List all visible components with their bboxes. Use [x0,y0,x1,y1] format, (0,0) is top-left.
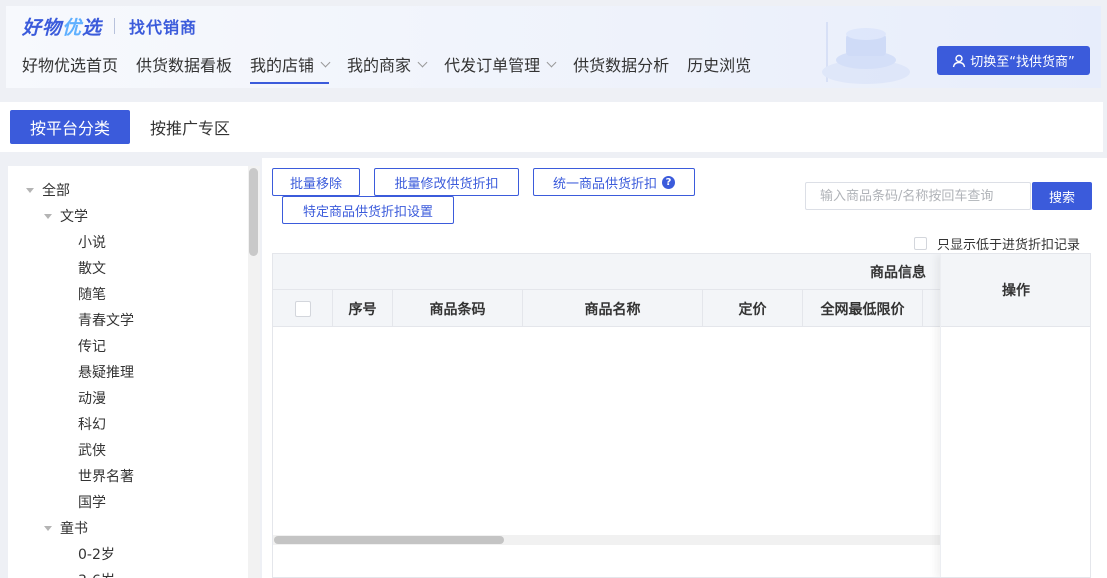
tree-item-label: 国学 [78,495,106,511]
switch-button-label: 切换至“找供货商” [970,55,1075,70]
tree-item-label: 文学 [60,209,88,225]
nav-item-label: 供货数据分析 [573,56,670,75]
nav-item-5[interactable]: 供货数据分析 [573,52,669,76]
tree-item-label: 小说 [78,235,106,251]
nav-item-2[interactable]: 我的店铺 [250,52,331,84]
decorative-illustration [822,22,910,84]
tree-item-label: 传记 [78,339,106,355]
special-discount-button[interactable]: 特定商品供货折扣设置 [282,196,454,224]
product-table: 商品信息 序号 商品条码 商品名称 定价 全网最低限价 操作 [272,253,1091,578]
tree-item-label: 随笔 [78,287,106,303]
logo-divider [114,18,116,34]
category-tree: 全部文学小说散文随笔青春文学传记悬疑推理动漫科幻武侠世界名著国学童书 0-2岁 3-… [8,166,260,578]
tree-item-label: 青春文学 [78,313,134,329]
help-icon[interactable]: ? [662,175,675,189]
caret-down-icon[interactable] [26,187,34,193]
table-scrollbar-thumb[interactable] [274,536,504,544]
caret-down-icon[interactable] [44,525,52,531]
nav-item-label: 供货数据看板 [136,56,233,75]
nav-item-4[interactable]: 代发订单管理 [444,52,557,76]
logo-mark: 好物优选 [22,16,103,39]
nav-item-3[interactable]: 我的商家 [347,52,428,76]
nav-item-6[interactable]: 历史浏览 [687,52,751,76]
brand-logo[interactable]: 好物优选 找代销商 [22,14,198,39]
tree-item[interactable]: 国学 [78,489,106,515]
tree-item[interactable]: 文学 [44,203,88,229]
nav-item-1[interactable]: 供货数据看板 [136,52,232,76]
tree-item[interactable]: 科幻 [78,411,106,437]
operation-column: 操作 [940,254,1090,577]
batch-remove-button[interactable]: 批量移除 [272,168,360,196]
main-nav: 好物优选首页 供货数据看板 我的店铺 我的商家 代发订单管理 供货数据分析 历史浏览 [22,52,769,84]
tree-item[interactable]: 青春文学 [78,307,134,333]
tree-item-label: 悬疑推理 [78,365,134,381]
low-discount-filter-label: 只显示低于进货折扣记录 [937,237,1081,253]
column-header-product-name: 商品名称 [523,290,703,327]
low-discount-filter[interactable]: 只显示低于进货折扣记录 [914,234,1081,253]
chevron-down-icon [417,57,428,67]
user-icon [952,54,966,68]
nav-item-label: 我的店铺 [250,56,315,75]
tree-scrollbar-thumb[interactable] [249,168,258,256]
nav-item-label: 好物优选首页 [22,56,119,75]
column-header-operation: 操作 [941,254,1090,327]
batch-edit-discount-button[interactable]: 批量修改供货折扣 [374,168,519,196]
search-button[interactable]: 搜索 [1032,182,1092,210]
tree-item-label: 全部 [42,183,70,199]
select-all-cell [273,290,333,327]
tree-item[interactable]: 0-2岁 [78,541,115,567]
search-input[interactable] [805,182,1031,210]
product-list-panel: 批量移除 批量修改供货折扣 统一商品供货折扣 ? 特定商品供货折扣设置 搜索 只… [262,158,1107,578]
tree-item-label: 散文 [78,261,106,277]
column-header-min-price: 全网最低限价 [803,290,923,327]
product-info-group-header: 商品信息 [870,265,926,281]
tree-item[interactable]: 散文 [78,255,106,281]
tree-item[interactable]: 悬疑推理 [78,359,134,385]
category-tab-bar: 按平台分类 按推广专区 [0,102,1103,152]
unify-discount-label: 统一商品供货折扣 [552,176,657,192]
nav-item-label: 我的商家 [347,56,412,75]
chevron-down-icon [546,57,557,67]
tree-item-label: 武侠 [78,443,106,459]
tree-item[interactable]: 世界名著 [78,463,134,489]
tree-item-label: 3-6岁 [78,570,115,578]
unify-discount-button[interactable]: 统一商品供货折扣 ? [533,168,695,196]
column-header-index: 序号 [333,290,393,327]
nav-item-label: 代发订单管理 [444,56,541,75]
tree-item[interactable]: 3-6岁 [78,567,115,578]
tree-scrollbar[interactable] [248,166,260,578]
nav-item-label: 历史浏览 [687,56,752,75]
logo-subtitle: 找代销商 [129,18,198,37]
tree-item-label: 童书 [60,521,88,537]
tab-by-platform-category[interactable]: 按平台分类 [10,110,130,144]
chevron-down-icon [320,57,331,67]
tree-item-label: 科幻 [78,417,106,433]
tree-item[interactable]: 全部 [26,177,70,203]
top-header: 好物优选 找代销商 好物优选首页 供货数据看板 我的店铺 我的商家 代发订单管理 供货数据… [6,6,1101,88]
tree-item-label: 0-2岁 [78,547,115,563]
tree-item[interactable]: 童书 [44,515,88,541]
tree-item[interactable]: 小说 [78,229,106,255]
column-header-barcode: 商品条码 [393,290,523,327]
tree-item[interactable]: 武侠 [78,437,106,463]
tab-by-promotion-zone[interactable]: 按推广专区 [150,110,230,144]
tree-item[interactable]: 动漫 [78,385,106,411]
caret-down-icon[interactable] [44,213,52,219]
tree-item[interactable]: 随笔 [78,281,106,307]
select-all-checkbox[interactable] [294,300,311,317]
nav-item-0[interactable]: 好物优选首页 [22,52,118,76]
table-horizontal-scrollbar[interactable] [273,535,940,545]
column-header-price: 定价 [703,290,803,327]
switch-to-supplier-button[interactable]: 切换至“找供货商” [937,46,1090,75]
low-discount-checkbox[interactable] [914,236,927,250]
tree-item[interactable]: 传记 [78,333,106,359]
tree-item-label: 动漫 [78,391,106,407]
tree-item-label: 世界名著 [78,469,134,485]
